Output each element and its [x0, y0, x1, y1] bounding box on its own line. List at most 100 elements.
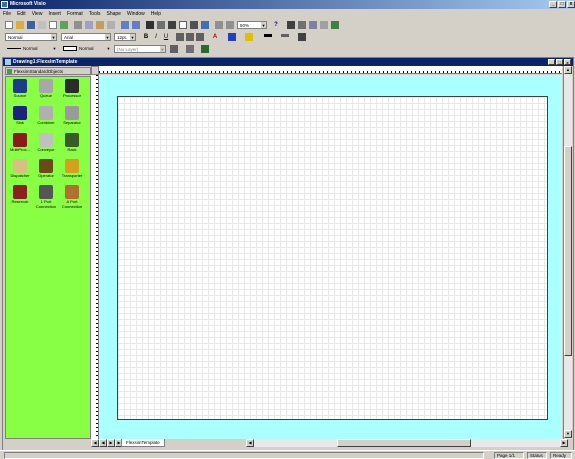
align-left-icon[interactable] — [176, 33, 184, 41]
menu-view[interactable]: View — [29, 9, 46, 19]
rectangle-tool-icon[interactable] — [179, 21, 187, 29]
vertical-scroll-thumb[interactable] — [564, 146, 572, 356]
stencil-shape[interactable]: Operator — [34, 159, 58, 179]
operator-icon — [39, 159, 53, 173]
zoom-select[interactable]: 50% ▼ — [237, 21, 267, 29]
status-message-panel — [4, 452, 484, 459]
minimize-button[interactable]: _ — [549, 1, 557, 8]
spelling-icon[interactable] — [60, 21, 68, 29]
zoom-in-icon[interactable] — [226, 21, 234, 29]
text-color-button[interactable]: A — [211, 33, 219, 41]
stencil-shape[interactable]: Source — [8, 79, 32, 99]
font-select[interactable]: Arial ▼ — [61, 33, 111, 41]
line-weight-icon[interactable] — [264, 34, 272, 37]
fill-style-select[interactable]: Normal ▼ — [61, 45, 111, 53]
scroll-left-icon[interactable]: ◀ — [246, 439, 254, 447]
stencil-shape[interactable]: Rack — [60, 133, 84, 153]
stencil-shape[interactable]: Dispatcher — [8, 159, 32, 179]
copy-icon[interactable] — [85, 21, 93, 29]
underline-button[interactable]: U — [162, 33, 170, 41]
stencil-shape[interactable]: Reservoir — [8, 185, 32, 205]
line-style-select[interactable]: Normal ▼ — [5, 45, 57, 53]
format-shape-toolbar: Normal ▼ Normal ▼ (No Layer) ▼ — [0, 43, 575, 55]
new-icon[interactable] — [5, 21, 13, 29]
stencil-shape[interactable]: 1 Port Connection — [34, 185, 58, 209]
print-preview-icon[interactable] — [49, 21, 57, 29]
fill-style-value: Normal — [79, 46, 94, 51]
status-label: Status — [527, 452, 547, 459]
line-pattern-icon[interactable] — [281, 34, 289, 37]
menu-help[interactable]: Help — [148, 9, 164, 19]
first-page-icon[interactable]: ◀ — [91, 439, 99, 447]
menu-shape[interactable]: Shape — [103, 9, 123, 19]
maximize-button[interactable]: □ — [558, 1, 566, 8]
scroll-up-icon[interactable]: ▲ — [564, 66, 572, 74]
undo-icon[interactable] — [121, 21, 129, 29]
stencil-shape-label: Source — [13, 93, 27, 98]
stencil-shape[interactable]: Conveyor — [34, 133, 58, 153]
save-icon[interactable] — [27, 21, 35, 29]
stencil-shape[interactable]: Separator — [60, 106, 84, 126]
open-stencil-icon[interactable] — [298, 21, 306, 29]
line-tool-icon[interactable] — [190, 21, 198, 29]
menu-insert[interactable]: Insert — [45, 9, 64, 19]
horizontal-scroll-thumb[interactable] — [337, 439, 471, 447]
text-tool-icon[interactable] — [168, 21, 176, 29]
stencil-title-bar[interactable]: FlexsimStandardObjects — [5, 67, 91, 75]
chevron-down-icon: ▼ — [106, 45, 111, 52]
layer-select[interactable]: (No Layer) ▼ — [114, 45, 166, 53]
bold-button[interactable]: B — [142, 33, 150, 41]
send-to-back-icon[interactable] — [201, 45, 209, 53]
line-color-icon[interactable] — [228, 33, 236, 41]
drawing-page[interactable] — [117, 96, 548, 420]
cut-icon[interactable] — [74, 21, 82, 29]
menu-file[interactable]: File — [0, 9, 14, 19]
menu-edit[interactable]: Edit — [14, 9, 29, 19]
help-icon[interactable]: ? — [272, 21, 280, 29]
pointer-icon[interactable] — [146, 21, 154, 29]
doc-minimize-button[interactable]: _ — [548, 59, 555, 65]
redo-icon[interactable] — [132, 21, 140, 29]
vertical-scrollbar[interactable]: ▲ ▼ — [563, 66, 572, 439]
menu-tools[interactable]: Tools — [86, 9, 104, 19]
line-ends-icon[interactable] — [298, 33, 306, 41]
format-painter-icon[interactable] — [107, 21, 115, 29]
doc-close-button[interactable]: x — [564, 59, 571, 65]
group-icon[interactable] — [170, 45, 178, 53]
close-button[interactable]: x — [567, 1, 575, 8]
align-right-icon[interactable] — [196, 33, 204, 41]
next-page-icon[interactable]: ▶ — [107, 439, 115, 447]
stencil-shape[interactable]: MultiProc... — [8, 133, 32, 153]
stencil-panel: Source Queue Processor Sink Combiner Separato… — [5, 76, 91, 439]
rotate-icon[interactable] — [201, 21, 209, 29]
menu-window[interactable]: Window — [124, 9, 148, 19]
stencil-shape[interactable]: Sink — [8, 106, 32, 126]
fill-color-icon[interactable] — [245, 33, 253, 41]
shape-icon[interactable] — [309, 21, 317, 29]
font-size-select[interactable]: 12pt. ▼ — [114, 33, 136, 41]
stencil-shape[interactable]: Combiner — [34, 106, 58, 126]
scroll-down-icon[interactable]: ▼ — [564, 430, 572, 438]
menu-format[interactable]: Format — [64, 9, 86, 19]
stencil-shape[interactable]: A Port Connection — [60, 185, 84, 209]
zoom-out-icon[interactable] — [215, 21, 223, 29]
print-icon[interactable] — [38, 21, 46, 29]
page-tab[interactable]: FlexsimTemplate — [121, 439, 165, 447]
stencil-pointer-icon[interactable] — [287, 21, 295, 29]
stencil-shape[interactable]: Queue — [34, 79, 58, 99]
doc-restore-button[interactable]: □ — [556, 59, 563, 65]
open-icon[interactable] — [16, 21, 24, 29]
scroll-right-icon[interactable]: ▶ — [560, 439, 568, 447]
report-icon[interactable] — [331, 21, 339, 29]
style-select[interactable]: Normal ▼ — [5, 33, 57, 41]
stencil-shape[interactable]: Processor — [60, 79, 84, 99]
previous-page-icon[interactable]: ◀ — [99, 439, 107, 447]
connector-icon[interactable] — [157, 21, 165, 29]
paste-icon[interactable] — [96, 21, 104, 29]
bring-to-front-icon[interactable] — [186, 45, 194, 53]
stencil-shape[interactable]: Transporter — [60, 159, 84, 179]
visio-app-icon — [1, 1, 8, 8]
align-center-icon[interactable] — [186, 33, 194, 41]
italic-button[interactable]: I — [152, 33, 160, 41]
layer-icon[interactable] — [320, 21, 328, 29]
